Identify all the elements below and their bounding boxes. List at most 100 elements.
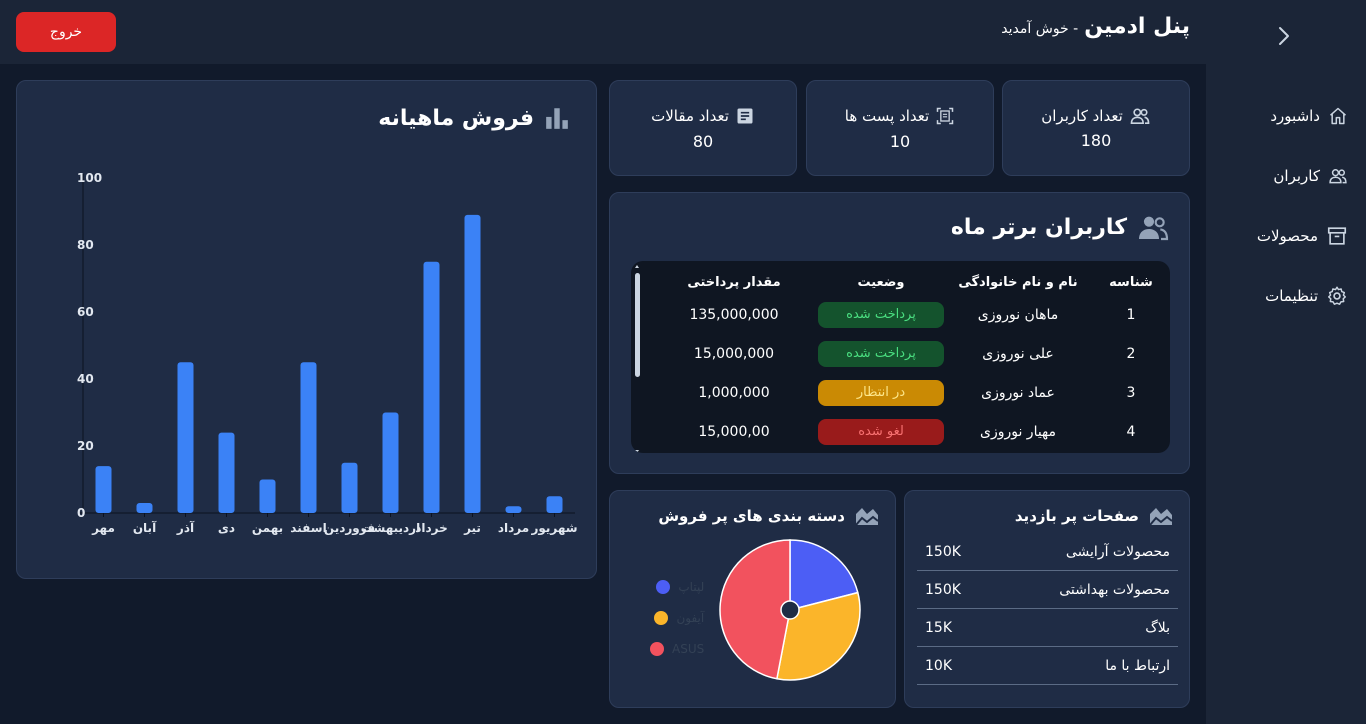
visited-pages-card: صفحات پر بازدید محصولات آرایشی 150K محصو… [904, 490, 1190, 708]
area-chart-icon [855, 508, 879, 526]
top-users-table: شناسه نام و نام خانوادگی وضعیت مقدار پرد… [650, 269, 1170, 451]
x-tick-label: تیر [463, 521, 481, 535]
legend-item[interactable]: ASUS [650, 633, 704, 664]
cell-amount: 1,000,000 [698, 384, 770, 401]
page-name: بلاگ [1145, 619, 1170, 636]
cell-name: علی نوروزی [982, 345, 1054, 362]
scroll-down-arrow-icon[interactable] [635, 450, 639, 453]
sidebar-toggle-button[interactable] [1272, 22, 1296, 50]
stat-value: 180 [1080, 130, 1112, 150]
page-visits: 15K [925, 619, 952, 636]
monthly-sales-chart: 020406080100مهر آبان آذر دی بهمن اسفندفروردین… [77, 171, 578, 536]
bar[interactable] [136, 502, 153, 513]
bar[interactable] [177, 362, 194, 513]
sidebar-item-label: محصولات [1256, 227, 1318, 245]
gear-icon [1328, 286, 1346, 305]
sidebar-item-settings[interactable]: تنظیمات [1265, 282, 1348, 310]
area-chart-icon [1149, 508, 1173, 526]
cell-id: 4 [1126, 423, 1136, 440]
top-users-title: کاربران برتر ماه [950, 214, 1127, 240]
stat-label: تعداد پست ها [844, 106, 930, 125]
pie-legend: لپتاپ آیفون ASUS [650, 571, 704, 664]
users-icon [1130, 107, 1150, 124]
table-scrollbar[interactable] [635, 265, 640, 453]
sidebar-item-users[interactable]: کاربران [1273, 162, 1348, 190]
x-tick-label: اردیبهشت [361, 521, 420, 535]
legend-swatch [650, 641, 664, 656]
top-users-card: کاربران برتر ماه شناسه نام و نام خانوادگ… [609, 192, 1190, 474]
scrollbar-thumb[interactable] [635, 273, 640, 377]
cell-status: لغو شده [818, 412, 944, 451]
header-subtitle: - خوش آمدید [1001, 21, 1079, 37]
bar[interactable] [218, 432, 235, 513]
legend-item[interactable]: لپتاپ [650, 571, 704, 602]
stat-card-posts: تعداد پست ها 10 [806, 80, 994, 176]
sidebar-item-products[interactable]: محصولات [1257, 222, 1348, 250]
status-badge: پرداخت شده [818, 340, 944, 367]
table-header-row: شناسه نام و نام خانوادگی وضعیت مقدار پرد… [650, 269, 1170, 295]
chevron-right-icon [1279, 27, 1289, 45]
bar[interactable] [259, 479, 276, 514]
logout-button[interactable]: خروج [16, 12, 116, 52]
sidebar-item-dashboard[interactable]: داشبورد [1270, 102, 1348, 130]
cell-amount: 135,000,000 [689, 306, 779, 323]
list-item: محصولات آرایشی 150K [917, 533, 1178, 571]
stat-label-row: تعداد پست ها [845, 106, 955, 126]
bar[interactable] [546, 496, 563, 513]
bar[interactable] [95, 466, 112, 513]
top-users-table-container: شناسه نام و نام خانوادگی وضعیت مقدار پرد… [631, 261, 1170, 453]
bar[interactable] [382, 412, 399, 514]
top-categories-pie-chart [719, 539, 861, 681]
cell-amount: 15,000,000 [693, 345, 775, 362]
home-icon [1330, 107, 1346, 125]
cell-name: مهیار نوروزی [979, 423, 1057, 440]
top-categories-title-row: دسته بندی های پر فروش [658, 505, 879, 527]
cell-status: پرداخت شده [818, 334, 944, 373]
stat-card-articles: تعداد مقالات 80 [609, 80, 797, 176]
scroll-up-arrow-icon[interactable] [635, 265, 639, 268]
bar[interactable] [464, 214, 481, 513]
legend-swatch [656, 579, 671, 594]
y-tick-label: 0 [77, 506, 85, 520]
y-tick-label: 40 [77, 372, 94, 386]
stat-label-row: تعداد مقالات [651, 106, 755, 126]
visited-pages-list: محصولات آرایشی 150K محصولات بهداشتی 150K… [917, 533, 1178, 685]
top-header: پنل ادمین - خوش آمدید خروج [0, 0, 1206, 64]
cell-status: پرداخت شده [818, 295, 944, 334]
legend-swatch [654, 610, 669, 625]
stat-card-users: تعداد کاربران 180 [1002, 80, 1190, 176]
x-tick-label: مهر [91, 521, 115, 535]
bar[interactable] [423, 261, 440, 513]
top-categories-title: دسته بندی های پر فروش [658, 507, 845, 525]
monthly-sales-card: 0 20 40 60 80 100 مهر آبان آذر دی بهمن اسفند فروردین… [16, 80, 597, 579]
article-icon [737, 108, 753, 123]
bar-chart-icon [546, 108, 568, 129]
table-row: 4 مهیار نوروزی لغو شده 15,000,00 [650, 412, 1170, 451]
table-row: 3 عماد نوروزی در انتظار 1,000,000 [650, 373, 1170, 412]
cell-id: 3 [1126, 384, 1136, 401]
y-tick-label: 80 [77, 238, 94, 252]
pie-slice[interactable] [719, 539, 791, 680]
top-categories-card: دسته بندی های پر فروش لپتاپ آیفون ASUS [609, 490, 896, 708]
top-users-title-row: کاربران برتر ماه [951, 213, 1169, 241]
status-badge: در انتظار [818, 379, 944, 406]
table-row: 2 علی نوروزی پرداخت شده 15,000,000 [650, 334, 1170, 373]
cell-name: عماد نوروزی [981, 384, 1055, 401]
legend-item[interactable]: آیفون [650, 602, 704, 633]
stat-value: 10 [889, 131, 911, 151]
x-tick-label: آذر [176, 520, 195, 535]
bar[interactable] [505, 506, 522, 513]
legend-label: لپتاپ [678, 579, 705, 594]
x-tick-label: خرداد [415, 521, 448, 535]
sidebar-item-label: کاربران [1273, 167, 1320, 185]
bar[interactable] [300, 362, 317, 513]
column-header: وضعیت [857, 274, 905, 290]
cell-amount: 15,000,00 [698, 423, 770, 440]
cell-name: ماهان نوروزی [977, 306, 1059, 323]
x-tick-label: دی [218, 521, 235, 535]
bar[interactable] [341, 462, 358, 513]
users-icon [1329, 169, 1347, 184]
legend-label: آیفون [676, 610, 705, 625]
visited-pages-title-row: صفحات پر بازدید [1015, 505, 1173, 527]
header-title: پنل ادمین [1084, 14, 1190, 39]
